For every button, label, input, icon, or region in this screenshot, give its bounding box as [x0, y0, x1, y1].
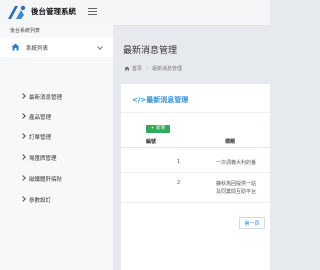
brand-title: 後台管理系統 [31, 7, 76, 16]
hamburger-icon[interactable] [88, 8, 97, 16]
chevron-right-icon [20, 154, 26, 160]
content-card: </>最新消息管理 + 新增 編號 標題 1 一次詞義大利的番 2 擴秋為回提供… [121, 84, 270, 270]
chevron-right-icon [20, 133, 26, 139]
sidebar-item-label: 產品管理 [29, 114, 52, 121]
breadcrumb: 首頁 › 最新消息管理 [124, 65, 182, 72]
cell-id: 1 [177, 159, 181, 165]
home-icon [11, 43, 20, 51]
breadcrumb-separator: › [146, 66, 149, 72]
row-divider [121, 202, 270, 203]
table-header-divider [121, 147, 270, 148]
chevron-down-icon [97, 44, 103, 50]
sidebar-item-label: 最新消息管理 [29, 94, 63, 101]
cell-title: 及同業間互助平台 [216, 189, 257, 195]
first-page-button[interactable]: 第一頁 [239, 217, 265, 229]
chevron-right-icon [20, 175, 26, 181]
column-header-title: 標題 [225, 139, 236, 145]
chevron-right-icon [20, 196, 26, 202]
breadcrumb-current: 最新消息管理 [152, 66, 183, 72]
page-title: 最新消息管理 [123, 46, 178, 56]
sidebar-item-brands[interactable]: 場匯牌管理 [0, 151, 113, 165]
chevron-right-icon [20, 93, 26, 99]
card-title: </>最新消息管理 [132, 96, 189, 104]
cell-title: 一次詞義大利的番 [216, 160, 257, 166]
sidebar-item-products[interactable]: 產品管理 [0, 110, 113, 124]
breadcrumb-home[interactable]: 首頁 [132, 66, 142, 72]
column-header-id: 編號 [146, 139, 157, 145]
sidebar-item-label: 參數設訂 [29, 197, 52, 204]
code-icon: </> [132, 96, 147, 104]
cell-id: 2 [177, 180, 181, 186]
sidebar-item-magnets[interactable]: 磁鐵體肝搞秋 [0, 172, 113, 186]
chevron-right-icon [20, 113, 26, 119]
logo-icon [8, 5, 26, 19]
sidebar-group-label: 系統列表 [26, 46, 49, 52]
sidebar-group-system-list[interactable]: 系統列表 [0, 38, 113, 57]
top-bar: 後台管理系統 [0, 0, 270, 26]
row-divider [121, 172, 270, 173]
sidebar [0, 25, 113, 270]
divider [121, 112, 270, 113]
add-button[interactable]: + 新增 [146, 125, 170, 133]
home-icon [124, 66, 130, 71]
sidebar-item-news[interactable]: 最新消息管理 [0, 90, 113, 104]
sidebar-title: 後台系統列表 [10, 28, 41, 34]
cell-title: 擴秋為回提供一站 [216, 181, 257, 187]
sidebar-item-label: 場匯牌管理 [29, 155, 57, 162]
sidebar-item-settings[interactable]: 參數設訂 [0, 193, 113, 207]
sidebar-item-orders[interactable]: 訂單管理 [0, 130, 113, 144]
sidebar-item-label: 磁鐵體肝搞秋 [29, 176, 63, 183]
sidebar-item-label: 訂單管理 [29, 134, 52, 141]
